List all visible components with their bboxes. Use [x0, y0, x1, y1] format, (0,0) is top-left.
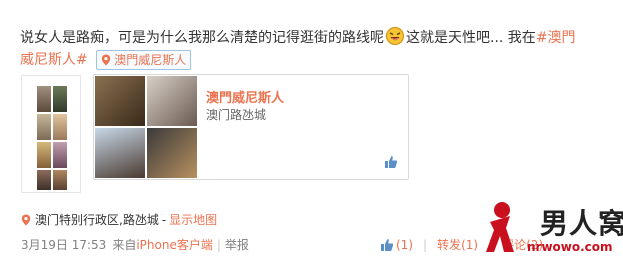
location-pin-icon [101, 54, 111, 66]
thumbs-up-icon [381, 238, 394, 251]
place-separator: - [161, 212, 167, 227]
location-tag[interactable]: 澳門威尼斯人 [96, 50, 192, 70]
photo-thumbnail-strip[interactable] [21, 75, 81, 193]
show-map-link[interactable]: 显示地图 [169, 211, 217, 228]
card-subtitle: 澳门路氹城 [206, 108, 267, 122]
repost-button[interactable]: 转发(1) [437, 236, 478, 253]
post-text-part2: 这就是天性吧... 我在 [406, 30, 536, 46]
report-link[interactable]: 举报 [225, 236, 249, 253]
repost-count: (1) [461, 238, 479, 252]
post-text: 说女人是路痴，可是为什么我那么清楚的记得逛街的路线呢 这就是天性吧... 我在#… [20, 27, 610, 71]
location-photo-collage [95, 76, 197, 178]
source-prefix: 来自 [112, 238, 137, 252]
action-divider: | [423, 237, 428, 252]
watermark-url: nrwowo.com [527, 240, 613, 254]
hashtag-part2: 威尼斯人# [20, 52, 88, 68]
source-link[interactable]: iPhone客户端 [136, 236, 213, 253]
post-text-part1: 说女人是路痴，可是为什么我那么清楚的记得逛街的路线呢 [20, 30, 384, 46]
post-timestamp[interactable]: 3月19日 17:53 [21, 236, 106, 253]
meta-divider: | [216, 237, 221, 252]
location-pin-icon [21, 214, 31, 225]
watermark-brand: 男人窝 [540, 207, 623, 240]
thumbs-up-icon[interactable] [384, 155, 398, 169]
like-count: (1) [396, 237, 413, 252]
post-meta: 3月19日 17:53 来自 iPhone客户端 | 举报 [21, 236, 249, 253]
location-card[interactable]: 澳門威尼斯人 澳门路氹城 [93, 74, 409, 180]
laughing-face-icon [386, 27, 404, 45]
like-button[interactable]: (1) [380, 238, 413, 252]
repost-label: 转发 [437, 238, 462, 252]
place-address: 澳门特别行政区,路氹城 [35, 213, 159, 227]
hashtag-part1: #澳門 [535, 30, 576, 46]
card-title[interactable]: 澳門威尼斯人 [206, 87, 284, 106]
place-line: 澳门特别行政区,路氹城 - 显示地图 [21, 211, 217, 228]
location-tag-label: 澳門威尼斯人 [114, 53, 187, 67]
